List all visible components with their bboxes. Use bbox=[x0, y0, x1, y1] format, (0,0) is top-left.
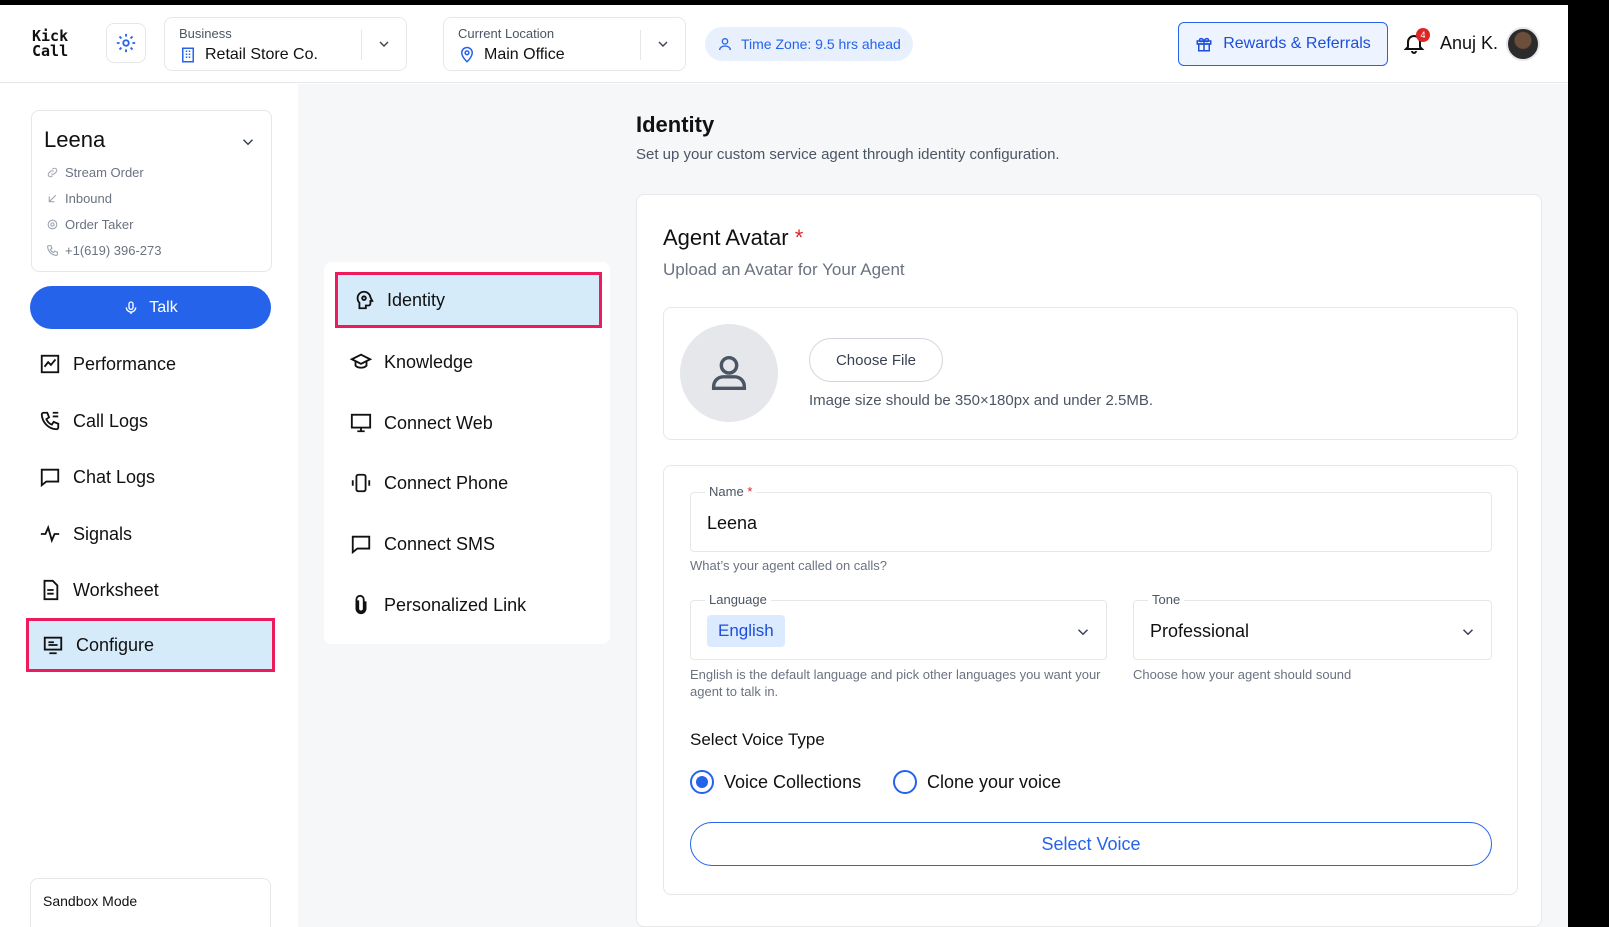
paperclip-icon bbox=[355, 594, 367, 615]
location-label: Current Location bbox=[458, 26, 555, 41]
user-avatar[interactable] bbox=[1506, 27, 1540, 61]
name-field[interactable]: Name * Leena bbox=[690, 484, 1492, 552]
avatar-upload-box: Choose File Image size should be 350×180… bbox=[663, 307, 1518, 440]
avatar-section-title: Agent Avatar * bbox=[663, 225, 804, 250]
right-edge bbox=[1568, 0, 1609, 927]
map-pin-icon bbox=[460, 46, 474, 63]
name-helper-text: What’s your agent called on calls? bbox=[690, 558, 888, 573]
language-select[interactable]: Language English bbox=[690, 592, 1107, 660]
radio-unselected-icon bbox=[893, 770, 917, 794]
select-voice-button[interactable]: Select Voice bbox=[690, 822, 1492, 866]
nav-configure[interactable]: Configure bbox=[26, 618, 275, 672]
language-chip[interactable]: English bbox=[707, 615, 785, 647]
chevron-down-icon bbox=[1462, 629, 1474, 636]
notifications-button[interactable]: 4 bbox=[1402, 28, 1430, 60]
submenu-identity[interactable]: Identity bbox=[335, 272, 602, 328]
clone-voice-radio[interactable]: Clone your voice bbox=[893, 770, 1061, 794]
link-icon bbox=[47, 167, 58, 178]
notification-count-badge: 4 bbox=[1416, 28, 1430, 42]
agent-meta-role: Order Taker bbox=[46, 217, 133, 232]
phone-log-icon bbox=[40, 411, 60, 431]
building-icon bbox=[182, 47, 194, 63]
sandbox-mode-toggle[interactable]: Sandbox Mode bbox=[30, 878, 271, 927]
submenu-personalized-link[interactable]: Personalized Link bbox=[350, 585, 526, 625]
settings-button[interactable] bbox=[106, 23, 146, 63]
user-name[interactable]: Anuj K. bbox=[1440, 33, 1498, 54]
chat-icon bbox=[40, 468, 60, 488]
user-icon bbox=[719, 38, 731, 51]
submenu-connect-web[interactable]: Connect Web bbox=[350, 403, 493, 443]
nav-signals[interactable]: Signals bbox=[39, 514, 132, 554]
gift-icon bbox=[1196, 37, 1212, 52]
agent-name: Leena bbox=[44, 127, 106, 152]
pulse-icon bbox=[40, 524, 60, 544]
page-title: Identity bbox=[636, 112, 715, 137]
voice-type-title: Select Voice Type bbox=[690, 730, 825, 749]
agent-meta-stream: Stream Order bbox=[46, 165, 144, 180]
location-selector[interactable]: Current Location Main Office bbox=[443, 17, 686, 71]
vibrate-phone-icon bbox=[351, 473, 371, 493]
tone-field-value: Professional bbox=[1150, 621, 1250, 641]
configure-icon bbox=[43, 636, 63, 655]
chevron-down-icon bbox=[658, 41, 668, 47]
identity-card: Agent Avatar * Upload an Avatar for Your… bbox=[636, 194, 1542, 927]
upload-hint: Image size should be 350×180px and under… bbox=[809, 392, 1153, 409]
microphone-icon bbox=[125, 300, 137, 314]
name-field-label: Name bbox=[709, 484, 744, 499]
cog-icon bbox=[47, 219, 58, 230]
nav-chat-logs[interactable]: Chat Logs bbox=[39, 457, 155, 497]
identity-icon bbox=[356, 290, 374, 310]
chevron-down-icon bbox=[242, 139, 254, 146]
identity-form: Name * Leena What’s your agent called on… bbox=[663, 465, 1518, 895]
page-subtitle: Set up your custom service agent through… bbox=[636, 146, 1060, 163]
tone-field-label: Tone bbox=[1148, 592, 1185, 607]
business-selector[interactable]: Business Retail Store Co. bbox=[164, 17, 407, 71]
talk-button[interactable]: Talk bbox=[30, 286, 271, 329]
timezone-badge: Time Zone: 9.5 hrs ahead bbox=[705, 27, 913, 61]
avatar-section-subtitle: Upload an Avatar for Your Agent bbox=[663, 260, 905, 279]
configure-submenu: Identity Knowledge Connect Web Connect P… bbox=[324, 262, 610, 644]
rewards-referrals-button[interactable]: Rewards & Referrals bbox=[1178, 22, 1388, 66]
arrow-down-left-icon bbox=[48, 194, 57, 203]
kickcall-logo[interactable]: Kick Call bbox=[32, 29, 68, 59]
nav-worksheet[interactable]: Worksheet bbox=[39, 570, 159, 610]
nav-performance[interactable]: Performance bbox=[39, 344, 176, 384]
choose-file-button[interactable]: Choose File bbox=[809, 338, 943, 382]
language-field-label: Language bbox=[705, 592, 771, 607]
monitor-icon bbox=[350, 413, 372, 433]
tone-select[interactable]: Tone Professional bbox=[1133, 592, 1492, 660]
agent-meta-phone: +1(619) 396-273 bbox=[46, 243, 162, 258]
submenu-connect-sms[interactable]: Connect SMS bbox=[350, 524, 495, 564]
graduation-cap-icon bbox=[350, 353, 372, 369]
identity-content: Identity Set up your custom service agen… bbox=[636, 84, 1568, 927]
sidebar: Leena Stream Order Inbound Order Taker +… bbox=[5, 84, 298, 927]
business-label: Business bbox=[179, 26, 232, 41]
phone-icon bbox=[47, 245, 58, 256]
message-icon bbox=[351, 535, 371, 555]
chevron-down-icon bbox=[1077, 629, 1089, 636]
language-helper-text: English is the default language and pick… bbox=[690, 667, 1101, 699]
submenu-knowledge[interactable]: Knowledge bbox=[350, 342, 473, 382]
voice-collections-radio[interactable]: Voice Collections bbox=[690, 770, 861, 794]
avatar-placeholder bbox=[680, 324, 778, 422]
agent-switcher[interactable]: Leena Stream Order Inbound Order Taker +… bbox=[31, 110, 272, 272]
business-value: Retail Store Co. bbox=[205, 46, 318, 63]
chevron-down-icon bbox=[379, 41, 389, 47]
radio-selected-icon bbox=[690, 770, 714, 794]
gear-icon bbox=[116, 33, 136, 53]
nav-call-logs[interactable]: Call Logs bbox=[39, 401, 148, 441]
user-placeholder-icon bbox=[711, 355, 747, 391]
top-header: Kick Call Business Retail Store Co. Curr… bbox=[0, 5, 1568, 83]
chart-icon bbox=[40, 354, 60, 374]
agent-meta-direction: Inbound bbox=[46, 191, 112, 206]
submenu-connect-phone[interactable]: Connect Phone bbox=[350, 463, 508, 503]
location-value: Main Office bbox=[484, 46, 565, 63]
document-icon bbox=[43, 579, 59, 601]
tone-helper-text: Choose how your agent should sound bbox=[1133, 667, 1352, 682]
name-field-value: Leena bbox=[707, 513, 758, 533]
